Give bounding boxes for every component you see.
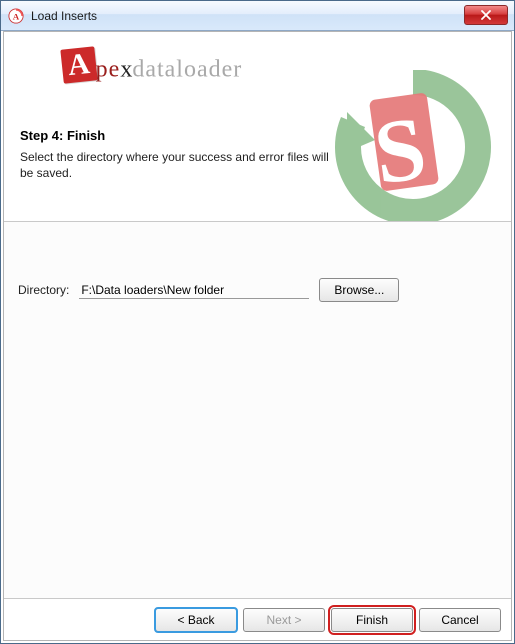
client-area: S Apexdataloader Step 4: Finish Select t… (1, 31, 514, 643)
back-button[interactable]: < Back (155, 608, 237, 632)
window-title: Load Inserts (31, 9, 97, 23)
close-button[interactable] (464, 5, 508, 25)
wizard-body: Directory: Browse... (4, 222, 511, 598)
directory-label: Directory: (18, 283, 69, 297)
directory-row: Directory: Browse... (18, 278, 399, 302)
cancel-button[interactable]: Cancel (419, 608, 501, 632)
wizard-footer: < Back Next > Finish Cancel (4, 598, 511, 640)
logo-text-pre: pe (96, 56, 121, 82)
logo-boxed-letter: A (60, 46, 97, 83)
browse-button[interactable]: Browse... (319, 278, 399, 302)
dialog-window: A Load Inserts S Apexdat (0, 0, 515, 644)
logo-text-post: dataloader (132, 56, 242, 82)
wizard-header: S Apexdataloader Step 4: Finish Select t… (4, 32, 511, 222)
close-icon (481, 10, 491, 20)
product-logo: Apexdataloader (62, 48, 497, 98)
next-button: Next > (243, 608, 325, 632)
logo-text-x: x (120, 56, 132, 82)
content-panel: S Apexdataloader Step 4: Finish Select t… (3, 31, 512, 641)
step-description: Select the directory where your success … (20, 149, 340, 181)
svg-text:A: A (13, 11, 20, 21)
app-icon: A (7, 7, 25, 25)
directory-input[interactable] (79, 281, 309, 299)
title-bar[interactable]: A Load Inserts (1, 1, 514, 31)
finish-button[interactable]: Finish (331, 608, 413, 632)
